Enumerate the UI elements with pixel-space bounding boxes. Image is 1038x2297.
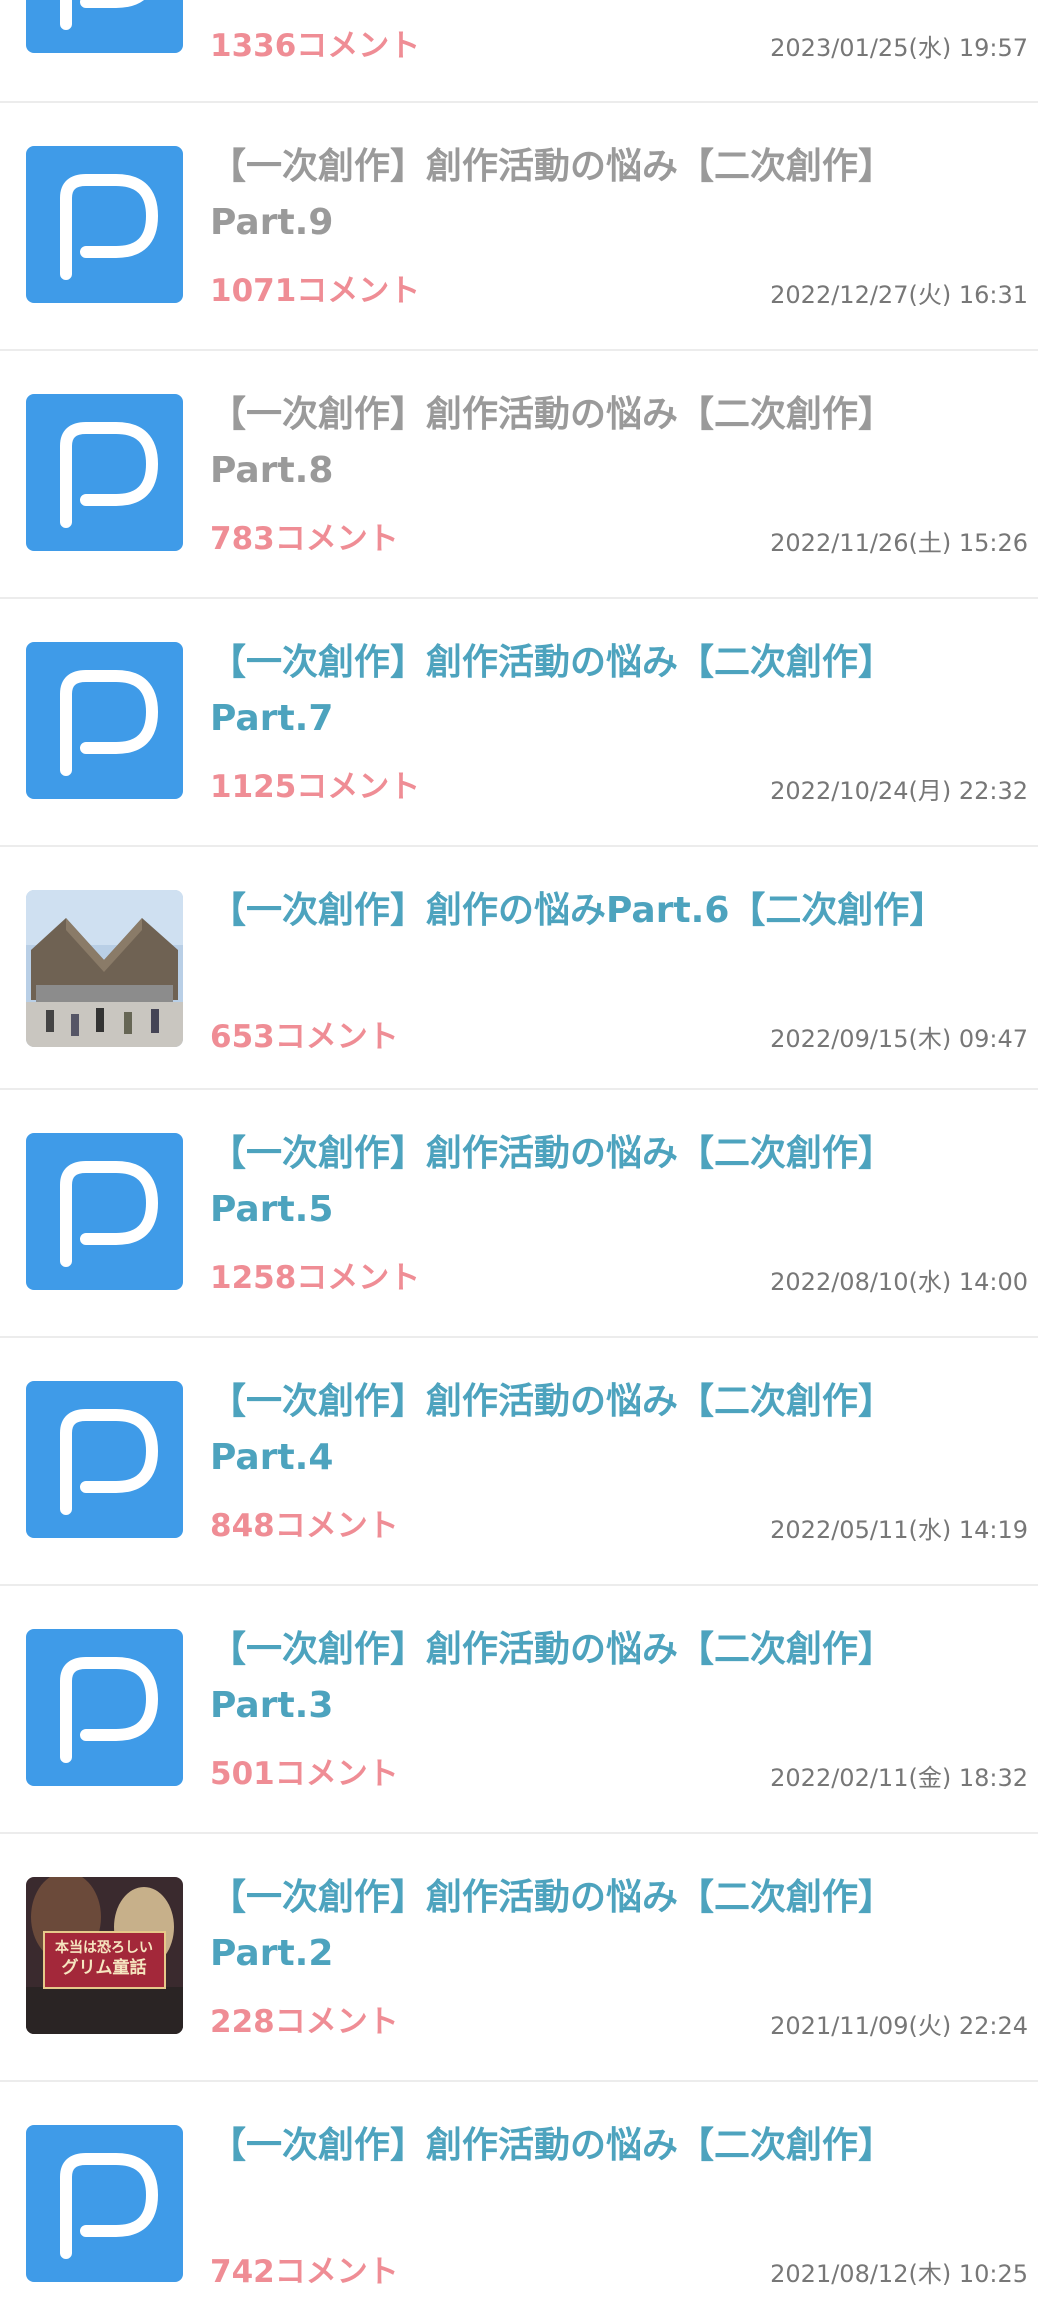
comment-count: 228コメント <box>210 2004 399 2040</box>
thread-title-line2: Part.4 <box>210 1437 334 1478</box>
thread-row[interactable]: 本当は恐ろしい グリム童話 【一次創作】創作活動の悩み【二次創作】 Part.2… <box>0 1834 1038 2082</box>
thread-row[interactable]: 【一次創作】創作活動の悩み【二次創作】 Part.9 1071コメント 2022… <box>0 103 1038 351</box>
svg-text:本当は恐ろしい: 本当は恐ろしい <box>55 1939 153 1956</box>
thread-title-line1: 【一次創作】創作活動の悩み【二次創作】 <box>210 2125 895 2166</box>
thread-title-line1: 【一次創作】創作の悩みPart.6【二次創作】 <box>210 890 946 931</box>
thread-title-line1: 【一次創作】創作活動の悩み【二次創作】 <box>210 146 895 187</box>
building-photo <box>26 890 183 1047</box>
comment-count: 1071コメント <box>210 273 421 309</box>
pixiv-icon <box>26 146 183 303</box>
thread-title-line2: Part.9 <box>210 202 334 243</box>
thread-title[interactable]: 【一次創作】創作活動の悩み【二次創作】 Part.3 <box>210 1622 1010 1734</box>
post-date: 2021/08/12(木) 10:25 <box>770 2260 1028 2288</box>
post-date: 2022/09/15(木) 09:47 <box>770 1025 1028 1053</box>
comment-count: 1125コメント <box>210 769 421 805</box>
thread-title[interactable]: 【一次創作】創作活動の悩み【二次創作】 Part.5 <box>210 1126 1010 1238</box>
pixiv-icon <box>26 0 183 53</box>
thread-title-line1: 【一次創作】創作活動の悩み【二次創作】 <box>210 1629 895 1670</box>
pixiv-icon <box>26 1629 183 1786</box>
svg-text:グリム童話: グリム童話 <box>62 1957 147 1978</box>
comment-count: 783コメント <box>210 521 399 557</box>
book-cover: 本当は恐ろしい グリム童話 <box>26 1877 183 2034</box>
thread-title-line1: 【一次創作】創作活動の悩み【二次創作】 <box>210 1133 895 1174</box>
thread-title-line1: 【一次創作】創作活動の悩み【二次創作】 <box>210 1877 895 1918</box>
thread-row[interactable]: 【一次創作】創作活動の悩み【二次創作】 Part.5 1258コメント 2022… <box>0 1090 1038 1338</box>
pixiv-icon <box>26 2125 183 2282</box>
post-date: 2022/05/11(水) 14:19 <box>770 1516 1028 1544</box>
thread-title[interactable]: 【一次創作】創作活動の悩み【二次創作】 <box>210 2118 1010 2174</box>
thread-row[interactable]: 【一次創作】創作の悩みPart.6【二次創作】 653コメント 2022/09/… <box>0 847 1038 1090</box>
thread-title[interactable]: 【一次創作】創作活動の悩み【二次創作】 Part.4 <box>210 1374 1010 1486</box>
comment-count: 742コメント <box>210 2254 399 2290</box>
pixiv-icon <box>26 394 183 551</box>
thread-list: 1336コメント 2023/01/25(水) 19:57 【一次創作】創作活動の… <box>0 0 1038 2297</box>
thread-title-line1: 【一次創作】創作活動の悩み【二次創作】 <box>210 642 895 683</box>
pixiv-icon <box>26 642 183 799</box>
pixiv-icon <box>26 1381 183 1538</box>
post-date: 2022/10/24(月) 22:32 <box>770 777 1028 805</box>
thread-title-line2: Part.8 <box>210 450 334 491</box>
comment-count: 1258コメント <box>210 1260 421 1296</box>
comment-count: 501コメント <box>210 1756 399 1792</box>
thread-title-line1: 【一次創作】創作活動の悩み【二次創作】 <box>210 394 895 435</box>
post-date: 2023/01/25(水) 19:57 <box>770 34 1028 62</box>
thread-title[interactable]: 【一次創作】創作活動の悩み【二次創作】 Part.8 <box>210 387 1010 499</box>
thread-title-line2: Part.5 <box>210 1189 334 1230</box>
thread-title-line1: 【一次創作】創作活動の悩み【二次創作】 <box>210 1381 895 1422</box>
thread-row[interactable]: 【一次創作】創作活動の悩み【二次創作】 Part.7 1125コメント 2022… <box>0 599 1038 847</box>
thread-title-line2: Part.7 <box>210 698 334 739</box>
post-date: 2022/02/11(金) 18:32 <box>770 1764 1028 1792</box>
thread-row[interactable]: 1336コメント 2023/01/25(水) 19:57 <box>0 0 1038 103</box>
thread-title[interactable]: 【一次創作】創作の悩みPart.6【二次創作】 <box>210 883 1010 939</box>
thread-title-line2: Part.3 <box>210 1685 334 1726</box>
thread-row[interactable]: 【一次創作】創作活動の悩み【二次創作】 Part.8 783コメント 2022/… <box>0 351 1038 599</box>
thread-title-line2: Part.2 <box>210 1933 334 1974</box>
pixiv-icon <box>26 1133 183 1290</box>
thread-row[interactable]: 【一次創作】創作活動の悩み【二次創作】 Part.3 501コメント 2022/… <box>0 1586 1038 1834</box>
post-date: 2022/08/10(水) 14:00 <box>770 1268 1028 1296</box>
post-date: 2022/12/27(火) 16:31 <box>770 281 1028 309</box>
thread-title[interactable]: 【一次創作】創作活動の悩み【二次創作】 Part.2 <box>210 1870 1010 1982</box>
thread-title[interactable]: 【一次創作】創作活動の悩み【二次創作】 Part.9 <box>210 139 1010 251</box>
comment-count: 1336コメント <box>210 28 421 64</box>
thread-row[interactable]: 【一次創作】創作活動の悩み【二次創作】 Part.4 848コメント 2022/… <box>0 1338 1038 1586</box>
thread-row[interactable]: 【一次創作】創作活動の悩み【二次創作】 742コメント 2021/08/12(木… <box>0 2082 1038 2297</box>
thread-title[interactable]: 【一次創作】創作活動の悩み【二次創作】 Part.7 <box>210 635 1010 747</box>
post-date: 2021/11/09(火) 22:24 <box>770 2012 1028 2040</box>
comment-count: 848コメント <box>210 1508 399 1544</box>
comment-count: 653コメント <box>210 1019 399 1055</box>
post-date: 2022/11/26(土) 15:26 <box>770 529 1028 557</box>
